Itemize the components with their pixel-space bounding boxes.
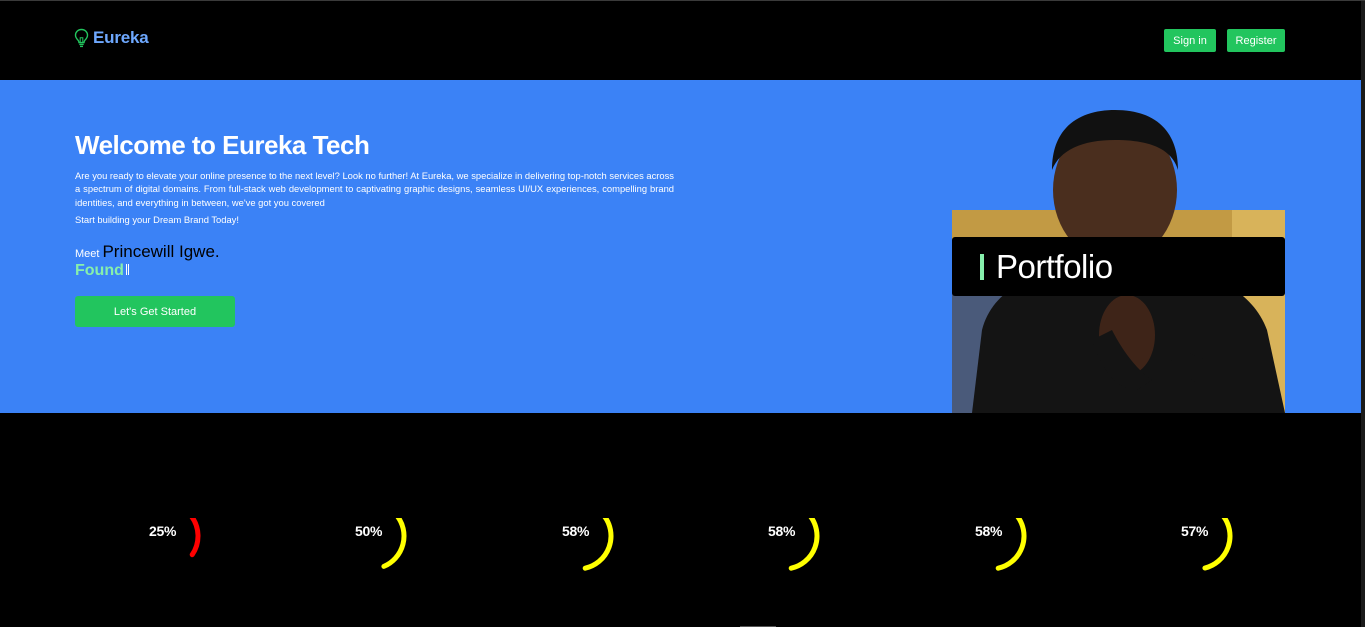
progress-value: 58% [975, 523, 1003, 539]
progress-value: 58% [768, 523, 796, 539]
scrollbar[interactable] [1361, 1, 1365, 627]
typed-text: Found [75, 262, 129, 280]
lightbulb-icon [74, 28, 89, 48]
progress-value: 25% [149, 523, 177, 539]
stats-section: 25% 50% 58% 58% 58% 57% [0, 413, 1361, 627]
hero-section: Welcome to Eureka Tech Are you ready to … [0, 80, 1361, 413]
meet-line: Meet Princewill Igwe. [75, 242, 220, 262]
typed-word: Found [75, 262, 124, 279]
brand-logo-link[interactable]: Eureka [74, 28, 149, 48]
progress-value: 58% [562, 523, 590, 539]
hero-description: Are you ready to elevate your online pre… [75, 170, 674, 208]
portfolio-label: Portfolio [996, 247, 1113, 285]
typing-caret [125, 264, 129, 275]
progress-arc [381, 518, 407, 569]
progress-value: 50% [355, 523, 383, 539]
page: Eureka Sign in Register Welcome to Eurek… [0, 0, 1365, 627]
progress-gauge: 58% [975, 518, 1045, 578]
progress-gauge: 25% [149, 518, 219, 578]
navbar: Eureka Sign in Register [0, 1, 1361, 79]
portfolio-card[interactable]: Portfolio [952, 237, 1285, 296]
register-button[interactable]: Register [1227, 29, 1285, 52]
portfolio-accent-bar [980, 253, 984, 280]
meet-label: Meet [75, 248, 100, 260]
progress-arc [1202, 518, 1233, 571]
founder-name: Princewill Igwe. [102, 242, 220, 261]
sign-in-button[interactable]: Sign in [1164, 29, 1216, 52]
progress-gauge: 50% [355, 518, 425, 578]
progress-value: 57% [1181, 523, 1209, 539]
progress-arc [189, 518, 201, 558]
progress-gauge: 57% [1181, 518, 1251, 578]
get-started-button[interactable]: Let's Get Started [75, 296, 235, 327]
hero-title: Welcome to Eureka Tech [75, 130, 370, 160]
hero-subtitle: Start building your Dream Brand Today! [75, 214, 239, 225]
brand-name: Eureka [93, 28, 149, 47]
progress-gauge: 58% [768, 518, 838, 578]
progress-gauge: 58% [562, 518, 632, 578]
